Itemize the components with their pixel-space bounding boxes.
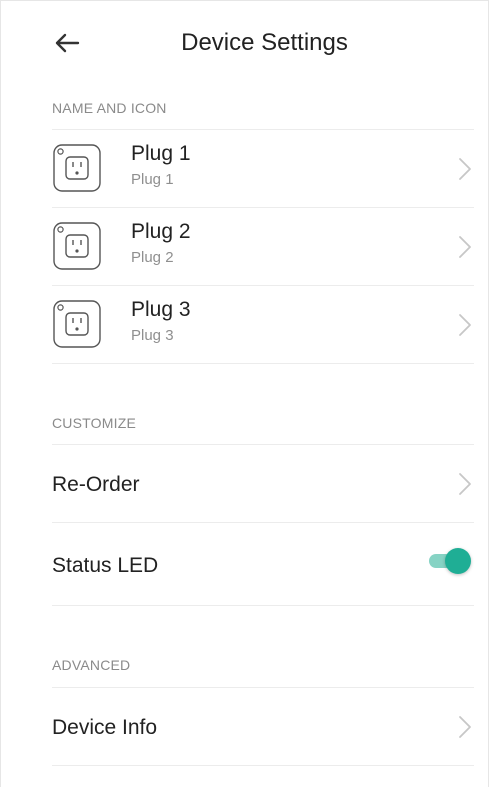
plug-row-2[interactable]: Plug 2 Plug 2 xyxy=(1,208,488,286)
chevron-right-icon xyxy=(459,314,471,336)
outlet-icon xyxy=(53,300,101,348)
status-led-toggle[interactable] xyxy=(427,547,473,575)
outlet-icon xyxy=(53,144,101,192)
chevron-right-icon xyxy=(459,158,471,180)
chevron-right-icon xyxy=(459,473,471,495)
device-info-row[interactable]: Device Info xyxy=(1,688,488,765)
plug-subtitle: Plug 3 xyxy=(131,327,174,344)
status-led-label: Status LED xyxy=(52,554,159,577)
divider xyxy=(52,363,474,364)
chevron-right-icon xyxy=(459,236,471,258)
section-label-advanced: ADVANCED xyxy=(52,657,131,673)
plug-subtitle: Plug 2 xyxy=(131,249,174,266)
plug-name: Plug 1 xyxy=(131,142,191,165)
chevron-right-icon xyxy=(459,716,471,738)
header: Device Settings xyxy=(1,1,488,85)
plug-row-1[interactable]: Plug 1 Plug 1 xyxy=(1,130,488,208)
toggle-knob xyxy=(445,548,471,574)
reorder-label: Re-Order xyxy=(52,473,140,496)
section-label-customize: CUSTOMIZE xyxy=(52,415,136,431)
outlet-icon xyxy=(53,222,101,270)
plug-subtitle: Plug 1 xyxy=(131,171,174,188)
divider xyxy=(52,765,474,766)
device-info-label: Device Info xyxy=(52,716,158,739)
plug-name: Plug 3 xyxy=(131,298,191,321)
device-settings-screen: Device Settings NAME AND ICON Plug 1 Plu… xyxy=(0,0,489,787)
page-title: Device Settings xyxy=(181,29,348,56)
status-led-row: Status LED xyxy=(1,523,488,605)
plug-row-3[interactable]: Plug 3 Plug 3 xyxy=(1,286,488,364)
reorder-row[interactable]: Re-Order xyxy=(1,445,488,522)
section-label-name-and-icon: NAME AND ICON xyxy=(52,100,167,116)
divider xyxy=(52,605,474,606)
plug-name: Plug 2 xyxy=(131,220,191,243)
